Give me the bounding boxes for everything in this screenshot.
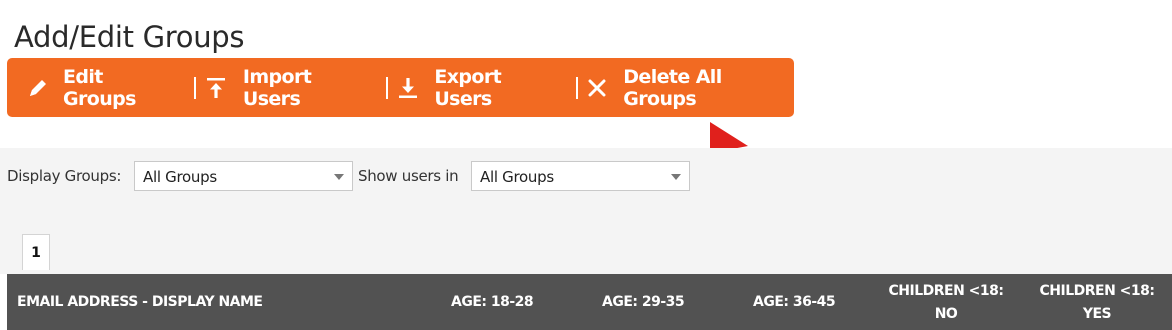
export-users-button[interactable]: Export Users (398, 58, 559, 117)
column-header-age-29-35[interactable]: AGE: 29-35 (602, 291, 685, 314)
toolbar-separator (193, 76, 196, 99)
column-header-children-yes[interactable]: CHILDREN <18: YES (1034, 280, 1160, 326)
delete-all-groups-label: Delete All Groups (623, 65, 722, 110)
page-button[interactable]: 1 (22, 234, 50, 270)
export-users-label: Export Users (434, 65, 502, 110)
column-header-children-no[interactable]: CHILDREN <18: NO (883, 280, 1009, 326)
toolbar-separator (576, 76, 579, 99)
column-header-age-36-45[interactable]: AGE: 36-45 (753, 291, 836, 314)
column-header-children-yes-line2: YES (1082, 306, 1112, 322)
display-groups-select[interactable]: All Groups (134, 161, 353, 191)
display-groups-value: All Groups (143, 168, 217, 186)
import-users-button[interactable]: Import Users (206, 58, 370, 117)
show-users-value: All Groups (480, 168, 554, 186)
column-header-email[interactable]: EMAIL ADDRESS - DISPLAY NAME (17, 291, 263, 314)
toolbar-separator (386, 76, 389, 99)
close-icon (588, 79, 606, 97)
upload-icon (206, 77, 226, 99)
table-header: EMAIL ADDRESS - DISPLAY NAME AGE: 18-28 … (7, 274, 1172, 330)
edit-groups-label: Edit Groups (63, 65, 136, 110)
display-groups-label: Display Groups: (7, 167, 122, 185)
column-header-children-yes-line1: CHILDREN <18: (1039, 283, 1156, 299)
show-users-select[interactable]: All Groups (471, 161, 690, 191)
toolbar: Edit Groups Import Users Export Users De… (7, 58, 794, 117)
column-header-children-no-line2: NO (934, 306, 958, 322)
import-users-label: Import Users (242, 65, 312, 110)
show-users-label: Show users in (358, 167, 459, 185)
page-title: Add/Edit Groups (14, 20, 245, 54)
edit-groups-button[interactable]: Edit Groups (27, 58, 177, 117)
pencil-icon (27, 77, 49, 99)
chevron-down-icon (671, 174, 681, 180)
column-header-age-18-28[interactable]: AGE: 18-28 (451, 291, 534, 314)
chevron-down-icon (334, 174, 344, 180)
column-header-children-no-line1: CHILDREN <18: (888, 283, 1005, 299)
delete-all-groups-button[interactable]: Delete All Groups (588, 58, 794, 117)
download-icon (398, 77, 418, 99)
